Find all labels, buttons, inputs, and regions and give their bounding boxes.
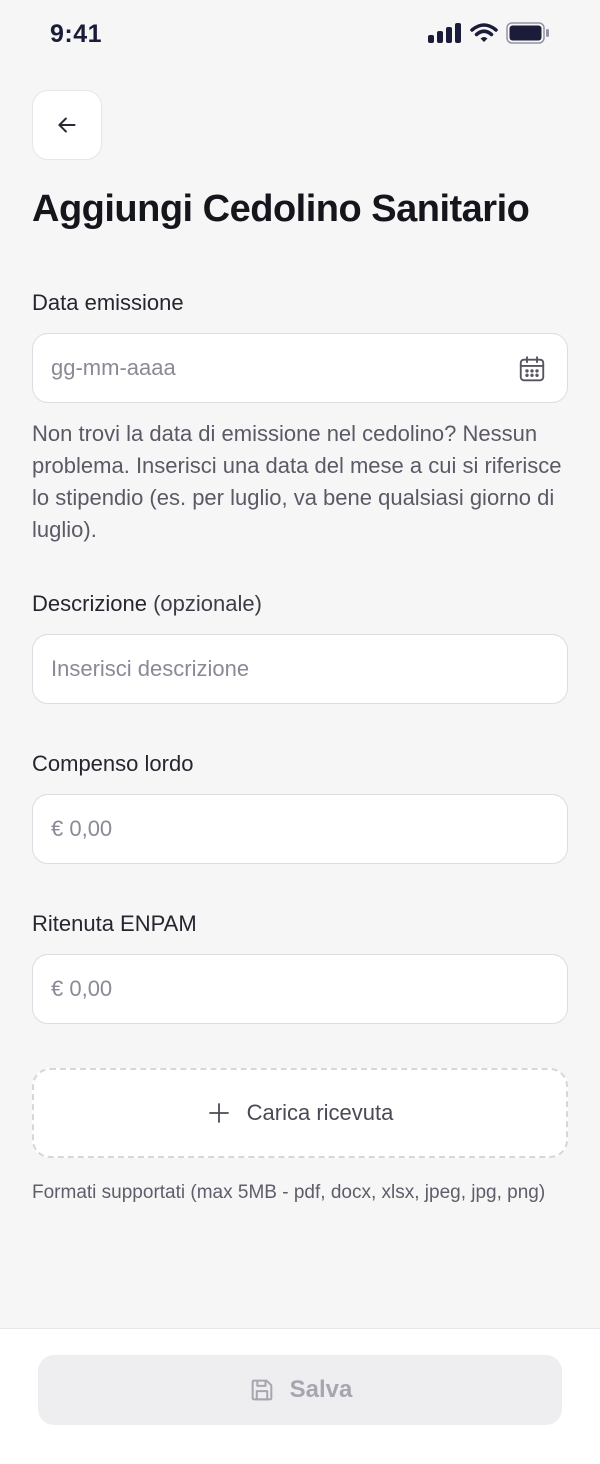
battery-icon [506, 22, 549, 44]
back-button[interactable] [32, 90, 102, 160]
date-label: Data emissione [32, 290, 184, 315]
wifi-icon [470, 23, 498, 42]
floppy-disk-icon [251, 1379, 272, 1401]
description-field[interactable] [32, 634, 568, 704]
status-time: 9:41 [50, 20, 103, 48]
save-label: Salva [289, 1376, 353, 1403]
gross-input[interactable] [51, 816, 549, 842]
optional-tag: (opzionale) [153, 591, 262, 616]
upload-receipt-button[interactable]: Carica ricevuta [32, 1068, 568, 1158]
save-button[interactable]: Salva [38, 1355, 562, 1425]
arrow-left-icon [58, 117, 76, 133]
description-label: Descrizione (opzionale) [32, 591, 262, 617]
plus-icon [208, 1103, 229, 1123]
page-title: Aggiungi Cedolino Sanitario [32, 188, 530, 230]
enpam-input[interactable] [51, 976, 549, 1002]
gross-label: Compenso lordo [32, 751, 194, 776]
gross-field[interactable] [32, 794, 568, 864]
status-bar: 9:41 [0, 0, 600, 70]
calendar-icon[interactable] [517, 354, 547, 384]
enpam-label: Ritenuta ENPAM [32, 911, 197, 936]
enpam-field[interactable] [32, 954, 568, 1024]
cellular-signal-icon [428, 23, 461, 43]
description-label-text: Descrizione [32, 591, 147, 616]
description-input[interactable] [51, 656, 549, 682]
supported-formats-text: Formati supportati (max 5MB - pdf, docx,… [32, 1182, 546, 1203]
upload-label: Carica ricevuta [246, 1100, 394, 1125]
date-help-text: Non trovi la data di emissione nel cedol… [32, 421, 562, 542]
date-field[interactable] [32, 333, 568, 403]
status-icons [428, 22, 550, 44]
date-input[interactable] [51, 355, 549, 381]
